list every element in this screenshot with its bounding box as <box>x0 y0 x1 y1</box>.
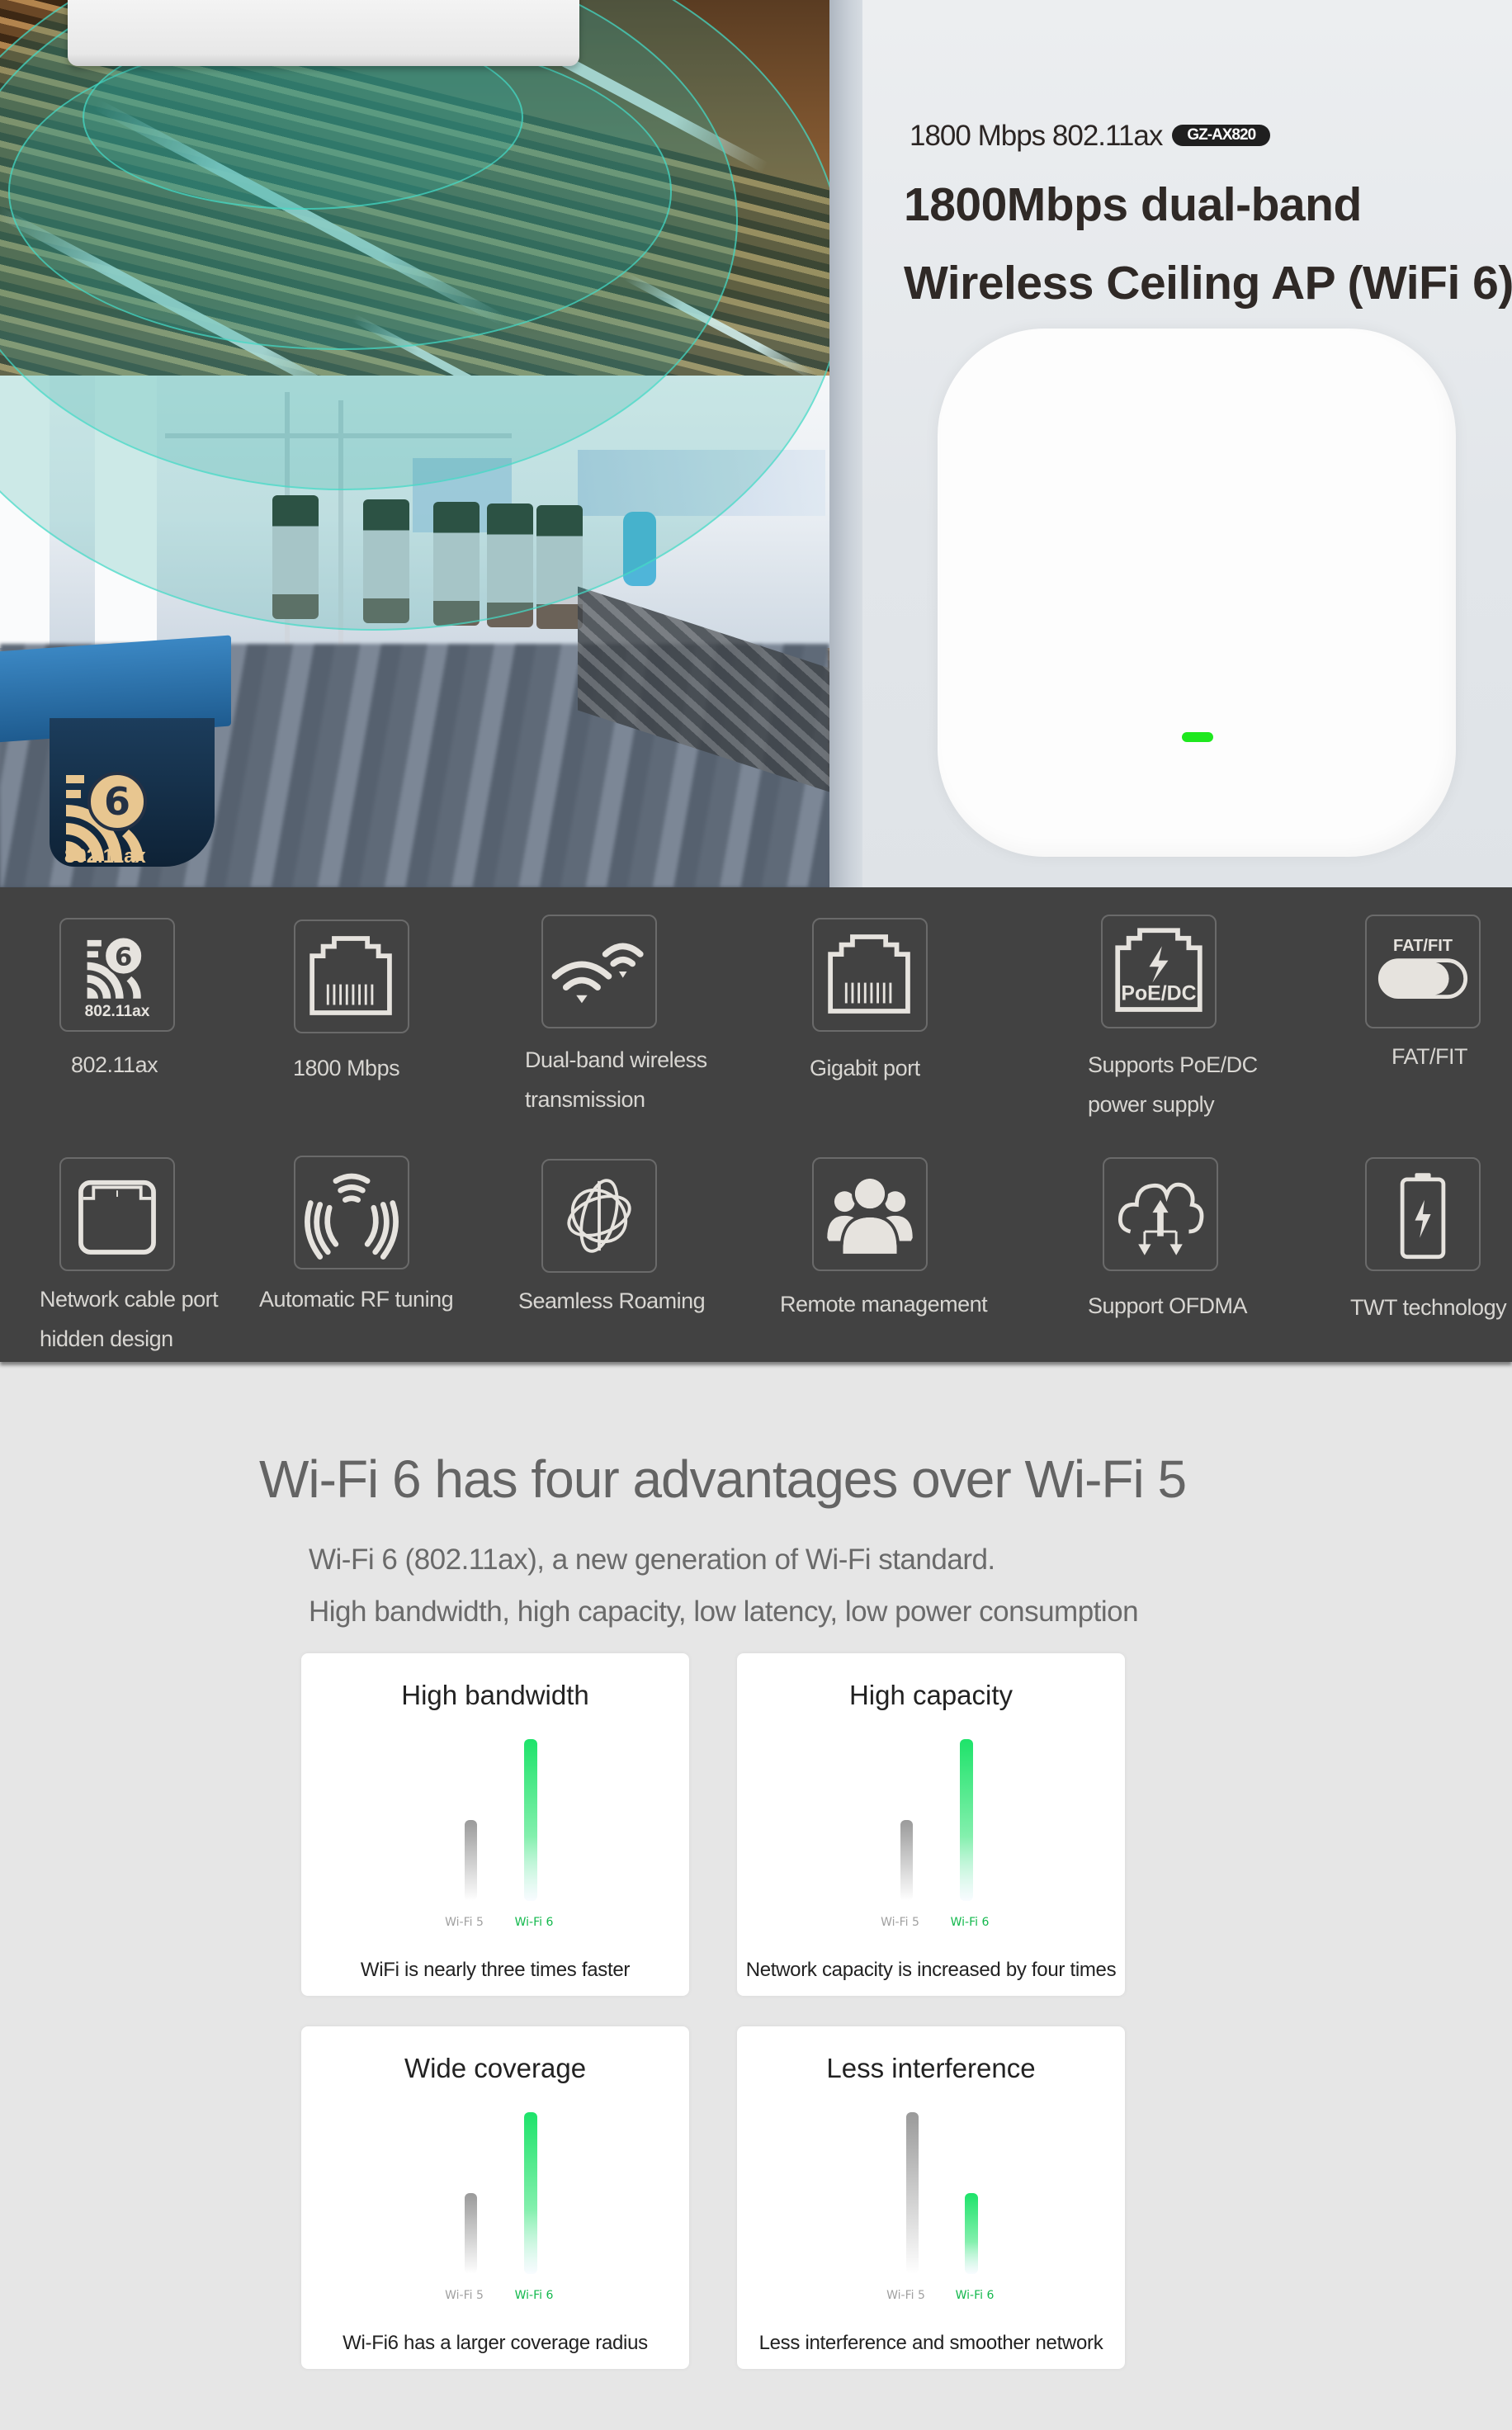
label-wifi6: Wi-Fi 6 <box>515 2289 554 2302</box>
bar-wifi6 <box>960 1739 973 1901</box>
card-caption: Network capacity is increased by four ti… <box>745 1959 1117 1981</box>
bar-wifi5 <box>900 1820 913 1901</box>
advantage-card: Wi-Fi 5 Wi-Fi 6 Less interference Less inte… <box>737 2026 1125 2369</box>
bar-wifi6 <box>524 1739 537 1901</box>
card-caption: Less interference and smoother network <box>758 2332 1103 2354</box>
advantage-card: Wi-Fi 5 Wi-Fi 6 High capacity Network capac… <box>737 1653 1125 1996</box>
label-wifi5: Wi-Fi 5 <box>886 2289 925 2302</box>
label-wifi6: Wi-Fi 6 <box>956 2289 995 2302</box>
card-title: Wide coverage <box>404 2053 587 2083</box>
card-title: High bandwidth <box>401 1680 589 1710</box>
label-wifi6: Wi-Fi 6 <box>515 1916 554 1929</box>
card-caption: Wi-Fi6 has a larger coverage radius <box>343 2332 648 2354</box>
bar-wifi6 <box>965 2193 978 2274</box>
label-wifi5: Wi-Fi 5 <box>445 2289 484 2302</box>
bar-wifi6 <box>524 2112 537 2274</box>
bar-wifi5 <box>906 2112 919 2274</box>
card-title: High capacity <box>848 1680 1014 1710</box>
advantage-card: Wi-Fi 5 Wi-Fi 6 Wide coverage Wi-Fi6 has a … <box>301 2026 689 2369</box>
card-title: Less interference <box>826 2053 1036 2083</box>
label-wifi6: Wi-Fi 6 <box>951 1916 990 1929</box>
label-wifi5: Wi-Fi 5 <box>445 1916 484 1929</box>
bar-wifi5 <box>465 2193 477 2274</box>
bar-wifi5 <box>465 1820 477 1901</box>
advantage-cards: Wi-Fi 5 Wi-Fi 6 High bandwidth WiFi is near… <box>0 0 1512 2430</box>
label-wifi5: Wi-Fi 5 <box>881 1916 919 1929</box>
advantage-card: Wi-Fi 5 Wi-Fi 6 High bandwidth WiFi is near… <box>301 1653 689 1996</box>
card-caption: WiFi is nearly three times faster <box>360 1959 631 1981</box>
